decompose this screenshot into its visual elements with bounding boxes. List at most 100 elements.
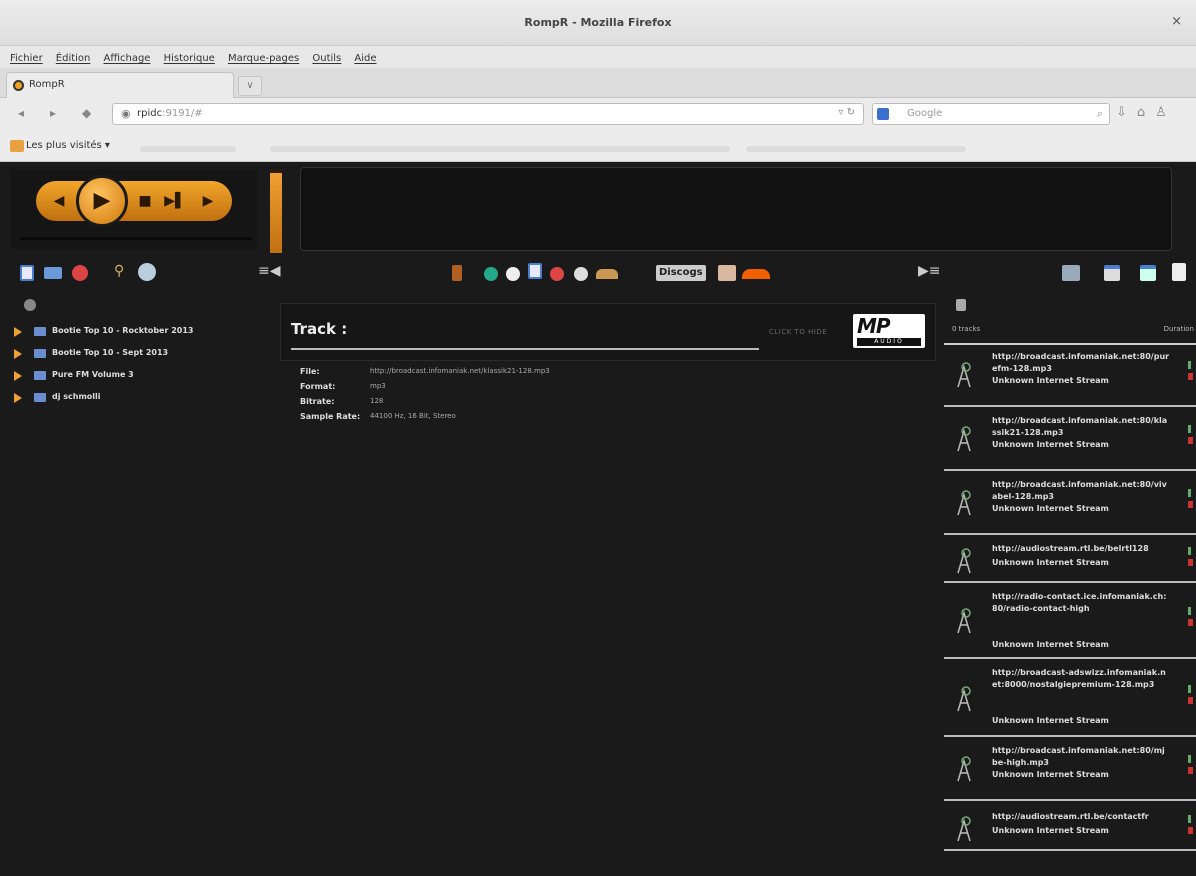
stream-url: http://audiostream.rtl.be/contactfr [992, 812, 1149, 821]
expand-arrow-icon[interactable] [14, 371, 22, 381]
click-to-hide-link[interactable]: CLICK TO HIDE [769, 328, 827, 336]
stream-url: http://broadcast-adswizz.infomaniak.net:… [992, 668, 1166, 689]
expand-arrow-icon[interactable] [14, 393, 22, 403]
track-count: 0 tracks [952, 325, 981, 333]
remove-track-icon[interactable] [1188, 815, 1194, 837]
menu-bar: Fichier Édition Affichage Historique Mar… [0, 46, 1196, 68]
expand-arrow-icon[interactable] [14, 327, 22, 337]
remove-track-icon[interactable] [1188, 361, 1194, 383]
ratings-icon[interactable] [718, 265, 736, 281]
forward-icon[interactable]: ▸ [50, 106, 56, 120]
playlist-menu-icon[interactable] [956, 299, 966, 311]
volume-slider[interactable] [270, 169, 282, 253]
search-icon[interactable]: ⌕ [1097, 107, 1103, 121]
close-icon[interactable]: × [1171, 14, 1182, 29]
bookmark-most-visited[interactable]: Les plus visités ▾ [26, 140, 110, 151]
discogs-button[interactable]: Discogs [656, 265, 706, 281]
lastfm-red-icon[interactable] [550, 267, 564, 281]
file-info-icon[interactable] [528, 263, 542, 279]
identity-icon[interactable]: ◆ [82, 106, 91, 120]
musicbrainz-icon[interactable] [484, 267, 498, 281]
tab-rompr[interactable]: RompR [6, 72, 234, 98]
menu-outils[interactable]: Outils [312, 53, 341, 64]
tab-bar: RompR ∨ [0, 68, 1196, 98]
meta-value: mp3 [370, 382, 386, 390]
mp3-logo-audio: AUDIO [857, 338, 921, 346]
stream-url: http://broadcast.infomaniak.net:80/vivab… [992, 480, 1167, 501]
remove-track-icon[interactable] [1188, 489, 1194, 511]
playlist-item[interactable]: http://broadcast.infomaniak.net:80/klass… [944, 409, 1196, 471]
now-playing-box [300, 167, 1172, 251]
bookmark-blurred[interactable] [270, 146, 730, 152]
play-icon[interactable]: ▶ [76, 175, 128, 227]
download-home-icons[interactable]: ⇩⌂♙ [1116, 105, 1177, 120]
folder-icon [34, 349, 46, 358]
playlist-item[interactable]: http://broadcast.infomaniak.net:80/mjbe-… [944, 739, 1196, 801]
lyrics-icon[interactable] [596, 269, 618, 279]
prefs-icon[interactable] [1062, 265, 1080, 281]
bookmark-blurred[interactable] [140, 146, 236, 152]
progress-bar[interactable] [20, 237, 252, 240]
playlist-item[interactable]: http://broadcast-adswizz.infomaniak.net:… [944, 661, 1196, 737]
playlist-load-icon[interactable] [1140, 265, 1156, 281]
track-heading: Track : [291, 320, 348, 338]
radio-antenna-icon [954, 425, 974, 453]
remove-track-icon[interactable] [1188, 685, 1194, 707]
tab-list-button[interactable]: ∨ [238, 76, 262, 96]
url-bar[interactable]: ◉ rpidc:9191/# ▿ ↻ [112, 103, 864, 125]
radio-antenna-icon [954, 361, 974, 389]
playlist-item[interactable]: http://radio-contact.ice.infomaniak.ch:8… [944, 585, 1196, 659]
menu-affichage[interactable]: Affichage [103, 53, 150, 64]
files-icon[interactable] [44, 267, 62, 279]
playlist-item[interactable]: http://audiostream.rtl.be/belrtl128 Unkn… [944, 537, 1196, 583]
playlist-save-icon[interactable] [1104, 265, 1120, 281]
search-bar[interactable]: Google ⌕ [872, 103, 1110, 125]
lastfm-icon[interactable] [72, 265, 88, 281]
remove-track-icon[interactable] [1188, 607, 1194, 629]
podcasts-icon[interactable] [138, 263, 156, 281]
playlist-item[interactable]: http://broadcast.infomaniak.net:80/vivab… [944, 473, 1196, 535]
playlist-item[interactable]: http://audiostream.rtl.be/contactfr Unkn… [944, 803, 1196, 851]
menu-historique[interactable]: Historique [164, 53, 215, 64]
soundcloud-icon[interactable] [742, 269, 770, 279]
tab-label: RompR [29, 79, 65, 90]
previous-icon[interactable]: ◀ [46, 181, 72, 221]
playlist-item[interactable]: http://broadcast.infomaniak.net:80/puref… [944, 347, 1196, 407]
info-source-icon[interactable] [452, 265, 462, 281]
stream-url: http://broadcast.infomaniak.net:80/mjbe-… [992, 746, 1165, 767]
bookmark-blurred[interactable] [746, 146, 966, 152]
toggle-right-panel-icon[interactable]: ▶≡ [918, 263, 941, 279]
radio-icon[interactable]: ⚲ [114, 263, 124, 279]
google-engine-icon[interactable] [877, 108, 889, 120]
expand-arrow-icon[interactable] [14, 349, 22, 359]
remove-track-icon[interactable] [1188, 755, 1194, 777]
next-icon[interactable]: ▶ [194, 181, 222, 221]
stream-type: Unknown Internet Stream [992, 558, 1109, 567]
collection-panel: Bootie Top 10 - Rocktober 2013 Bootie To… [0, 293, 270, 876]
reload-icon[interactable]: ▿ ↻ [838, 107, 855, 118]
trash-icon[interactable] [1172, 263, 1186, 281]
settings-gear-icon[interactable] [24, 299, 36, 311]
albums-icon[interactable] [20, 265, 34, 281]
radio-antenna-icon [954, 547, 974, 575]
menu-edition[interactable]: Édition [56, 53, 91, 64]
stop-icon[interactable]: ■ [132, 181, 158, 221]
menu-aide[interactable]: Aide [354, 53, 376, 64]
back-icon[interactable]: ◂ [18, 106, 24, 120]
stream-url: http://broadcast.infomaniak.net:80/puref… [992, 352, 1170, 373]
player-controls: ◀ ▶ ■ ▶▌ ▶ [10, 169, 258, 249]
window-titlebar: RompR - Mozilla Firefox × [0, 0, 1196, 46]
wikipedia-icon[interactable] [574, 267, 588, 281]
collection-item-label: Bootie Top 10 - Rocktober 2013 [52, 326, 194, 335]
remove-track-icon[interactable] [1188, 425, 1194, 447]
menu-fichier[interactable]: Fichier [10, 53, 43, 64]
radio-antenna-icon [954, 755, 974, 783]
toggle-left-panel-icon[interactable]: ≡◀ [258, 263, 281, 279]
stop-after-icon[interactable]: ▶▌ [160, 181, 190, 221]
lastfm-info-icon[interactable] [506, 267, 520, 281]
remove-track-icon[interactable] [1188, 547, 1194, 569]
stream-type: Unknown Internet Stream [992, 826, 1109, 835]
menu-marque-pages[interactable]: Marque-pages [228, 53, 299, 64]
bookmarks-toolbar: Les plus visités ▾ [0, 132, 1196, 162]
bookmark-folder-icon [10, 140, 24, 152]
